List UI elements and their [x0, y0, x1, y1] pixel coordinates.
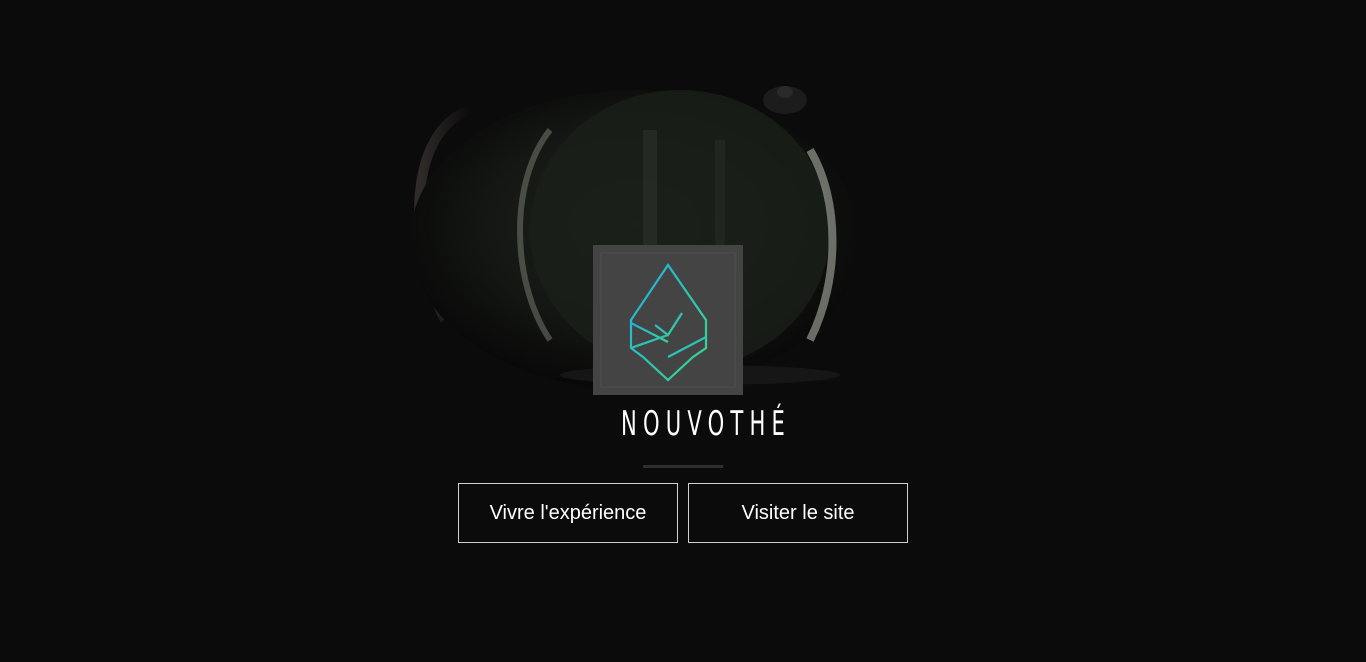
- experience-button[interactable]: Vivre l'expérience: [458, 483, 678, 543]
- splash-screen: NOUVOTHÉ Vivre l'expérience Visiter le s…: [0, 0, 1366, 662]
- brand-logo: [593, 245, 743, 395]
- visit-site-button[interactable]: Visiter le site: [688, 483, 908, 543]
- leaf-icon: [600, 252, 736, 388]
- divider: [643, 465, 723, 468]
- brand-wordmark: NOUVOTHÉ: [621, 404, 792, 444]
